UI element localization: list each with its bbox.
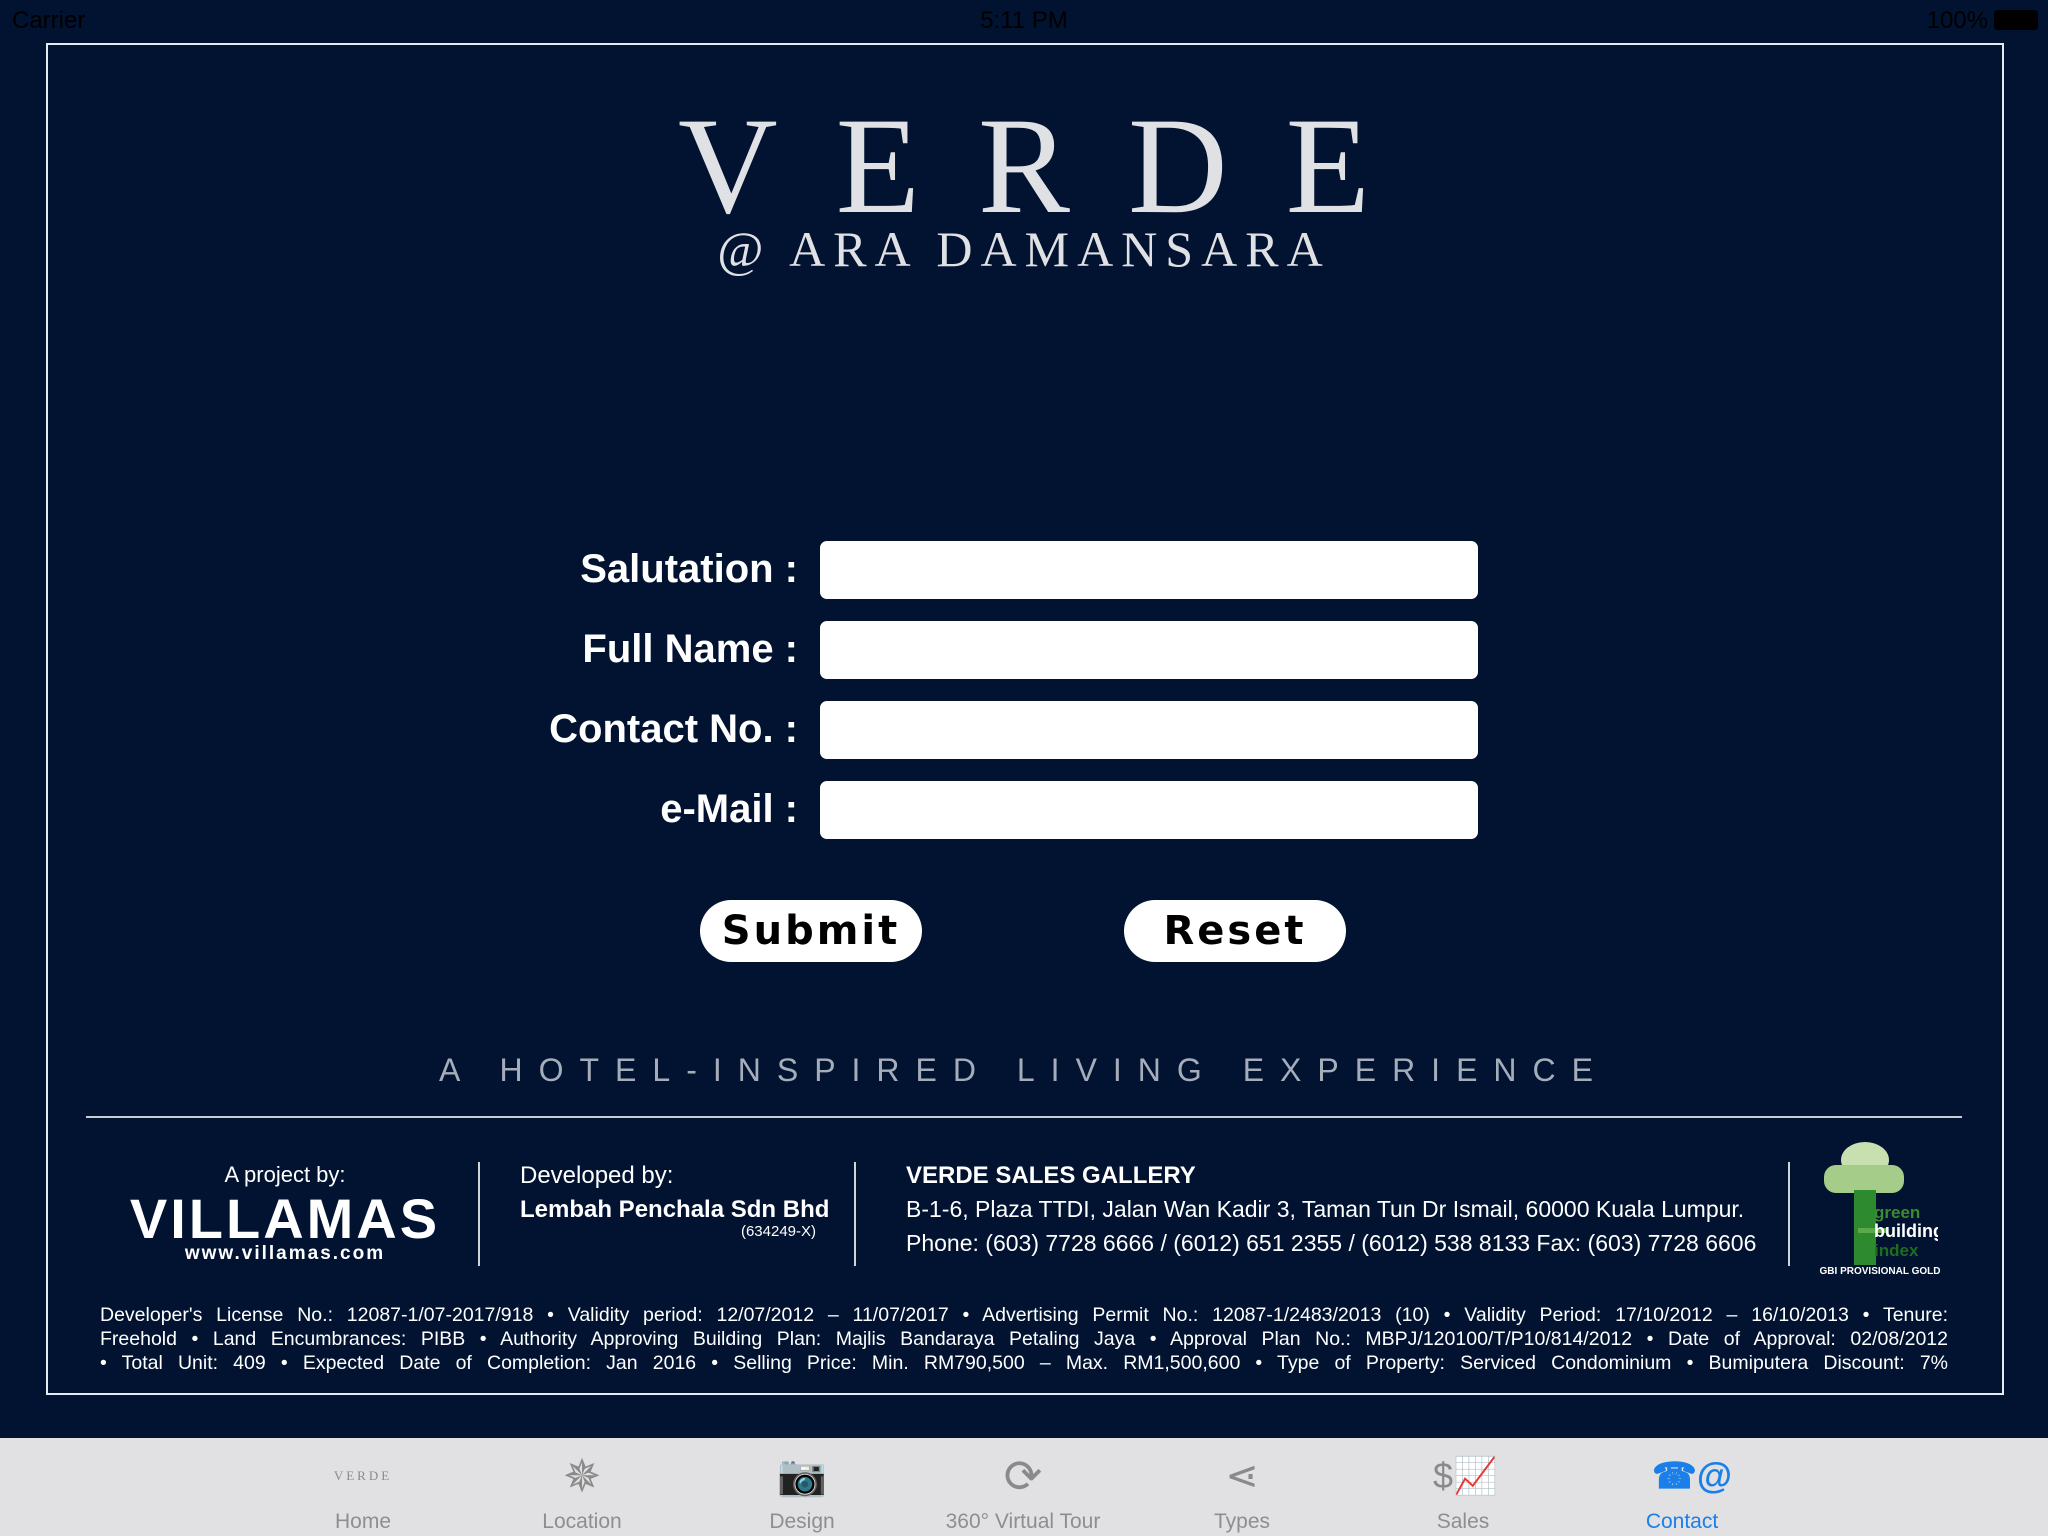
tab-label: Sales bbox=[1436, 1510, 1490, 1533]
legal-fine-print: Developer's License No.: 12087-1/07-2017… bbox=[100, 1303, 1948, 1375]
full-name-input[interactable] bbox=[820, 621, 1478, 679]
battery-percent: 100% bbox=[1926, 7, 1988, 34]
page-subtitle: @ ARA DAMANSARA bbox=[717, 221, 1331, 277]
tab-label: 360° Virtual Tour bbox=[945, 1510, 1101, 1533]
fine-print-line: Freehold • Land Encumbrances: PIBB • Aut… bbox=[100, 1328, 1948, 1350]
clock: 5:11 PM bbox=[980, 7, 1068, 34]
svg-text:green: green bbox=[1874, 1203, 1920, 1222]
tab-home[interactable]: VERDE Home bbox=[263, 1438, 463, 1536]
salutation-label: Salutation : bbox=[580, 547, 798, 591]
developer-name: Lembah Penchala Sdn Bhd bbox=[520, 1196, 830, 1223]
verde-logo-icon: VERDE bbox=[333, 1468, 393, 1483]
villamas-url: www.villamas.com bbox=[184, 1243, 386, 1264]
compass-icon: ✵ bbox=[562, 1450, 602, 1502]
share-icon: ⋖ bbox=[1225, 1454, 1259, 1498]
gallery-address: B-1-6, Plaza TTDI, Jalan Wan Kadir 3, Ta… bbox=[906, 1196, 1745, 1222]
reset-button[interactable]: Reset bbox=[1124, 900, 1346, 962]
tab-design[interactable]: 📷 Design bbox=[702, 1438, 902, 1536]
tab-sales[interactable]: $📈 Sales bbox=[1363, 1438, 1563, 1536]
gbi-caption: GBI PROVISIONAL GOLD bbox=[1819, 1266, 1941, 1277]
fine-print-line: • Total Unit: 409 • Expected Date of Com… bbox=[100, 1352, 1948, 1374]
battery-icon bbox=[1994, 10, 2038, 30]
tab-contact[interactable]: ☎@ Contact bbox=[1582, 1438, 1782, 1536]
contact-icon: ☎@ bbox=[1652, 1455, 1732, 1496]
tab-bar: VERDE Home ✵ Location 📷 Design ⟳ 360° Vi… bbox=[0, 1438, 2048, 1536]
contact-no-label: Contact No. : bbox=[549, 707, 798, 751]
villamas-logo: VILLAMAS bbox=[129, 1187, 441, 1250]
svg-text:building: building bbox=[1874, 1221, 1938, 1241]
tagline: A HOTEL-INSPIRED LIVING EXPERIENCE bbox=[439, 1052, 1609, 1088]
gbi-logo: green building index bbox=[1818, 1140, 1944, 1275]
footer-divider bbox=[1788, 1162, 1790, 1266]
email-input[interactable] bbox=[820, 781, 1478, 839]
tab-label: Location bbox=[542, 1510, 622, 1533]
tab-label: Contact bbox=[1645, 1510, 1719, 1533]
project-by-label: A project by: bbox=[224, 1162, 346, 1187]
virtual-tour-icon: ⟳ bbox=[1003, 1450, 1043, 1502]
sales-chart-icon: $📈 bbox=[1433, 1455, 1498, 1496]
tab-virtual-tour[interactable]: ⟳ 360° Virtual Tour bbox=[923, 1438, 1123, 1536]
developed-by-label: Developed by: bbox=[520, 1162, 674, 1189]
status-bar: Carrier 5:11 PM 100% bbox=[0, 0, 2048, 40]
tab-label: Home bbox=[334, 1510, 392, 1533]
footer-divider bbox=[478, 1162, 480, 1266]
submit-button[interactable]: Submit bbox=[700, 900, 922, 962]
tab-location[interactable]: ✵ Location bbox=[482, 1438, 682, 1536]
developer-reg: (634249-X) bbox=[740, 1223, 816, 1240]
salutation-input[interactable] bbox=[820, 541, 1478, 599]
divider bbox=[86, 1116, 1962, 1118]
gallery-title: VERDE SALES GALLERY bbox=[906, 1162, 1196, 1189]
full-name-label: Full Name : bbox=[582, 627, 798, 671]
tab-types[interactable]: ⋖ Types bbox=[1142, 1438, 1342, 1536]
gallery-phone: Phone: (603) 7728 6666 / (6012) 651 2355… bbox=[906, 1230, 1757, 1256]
email-label: e-Mail : bbox=[660, 787, 798, 831]
fine-print-line: Developer's License No.: 12087-1/07-2017… bbox=[100, 1304, 1948, 1326]
camera-icon: 📷 bbox=[777, 1454, 827, 1498]
tab-label: Types bbox=[1213, 1510, 1271, 1533]
svg-text:index: index bbox=[1874, 1241, 1919, 1260]
tab-label: Design bbox=[769, 1510, 835, 1533]
contact-no-input[interactable] bbox=[820, 701, 1478, 759]
footer-divider bbox=[854, 1162, 856, 1266]
